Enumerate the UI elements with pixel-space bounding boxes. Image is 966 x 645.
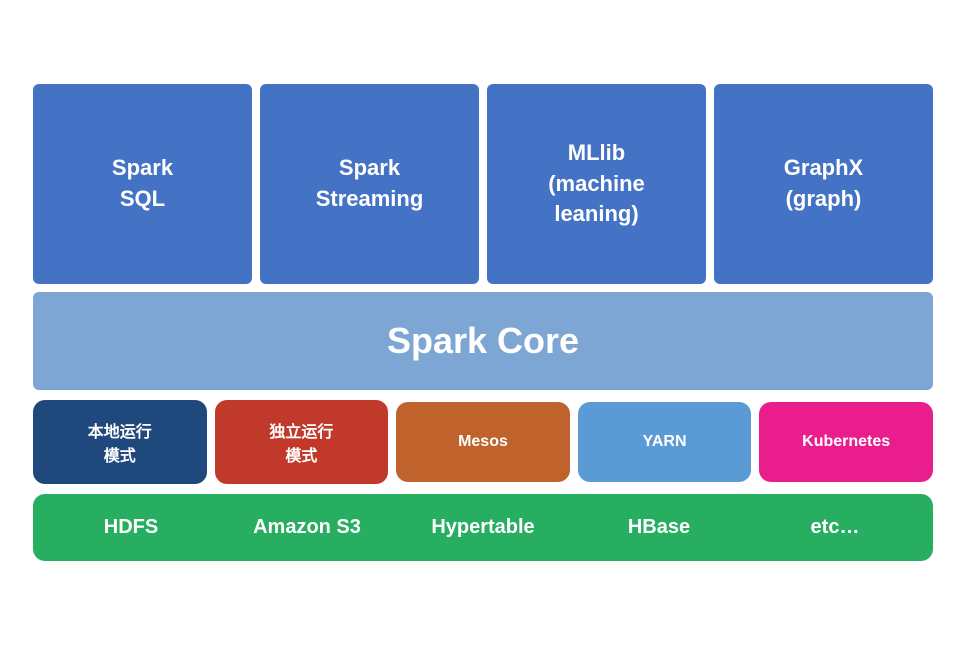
runtime-standalone: 独立运行 模式 [215,400,389,484]
storage-hypertable: Hypertable [395,516,571,539]
storage-amazon-s3: Amazon S3 [219,516,395,539]
storage-etc: etc… [747,516,923,539]
diagram-container: Spark SQL Spark Streaming MLlib (machine… [23,64,943,581]
storage-hbase: HBase [571,516,747,539]
module-graphx: GraphX (graph) [714,84,933,284]
storage-row: HDFS Amazon S3 Hypertable HBase etc… [33,494,933,561]
runtime-row: 本地运行 模式 独立运行 模式 Mesos YARN Kubernetes [33,400,933,484]
module-spark-sql: Spark SQL [33,84,252,284]
runtime-local: 本地运行 模式 [33,400,207,484]
storage-hdfs: HDFS [43,516,219,539]
runtime-yarn: YARN [578,402,752,482]
spark-core: Spark Core [33,292,933,390]
module-mllib: MLlib (machine leaning) [487,84,706,284]
modules-row: Spark SQL Spark Streaming MLlib (machine… [33,84,933,284]
module-spark-streaming: Spark Streaming [260,84,479,284]
runtime-mesos: Mesos [396,402,570,482]
runtime-kubernetes: Kubernetes [759,402,933,482]
